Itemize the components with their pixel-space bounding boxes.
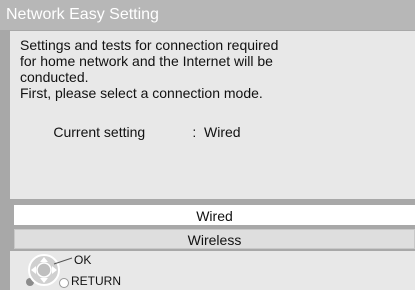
footer-help: OK RETURN xyxy=(10,251,415,290)
dialog-frame: Network Easy Setting Settings and tests … xyxy=(0,0,415,290)
return-hint-label: RETURN xyxy=(71,274,121,288)
options-list: Wired Wireless xyxy=(10,199,415,251)
option-wired[interactable]: Wired xyxy=(14,205,415,225)
message-line: conducted. xyxy=(20,69,89,85)
message-line: for home network and the Internet will b… xyxy=(20,53,273,69)
current-setting-separator: : xyxy=(192,124,197,140)
current-setting-value: Wired xyxy=(204,124,241,140)
return-button-icon xyxy=(59,278,69,288)
current-setting: Current setting: Wired xyxy=(20,108,415,156)
message-line: First, please select a connection mode. xyxy=(20,85,263,101)
message-line: Settings and tests for connection requir… xyxy=(20,37,279,53)
message-panel: Settings and tests for connection requir… xyxy=(10,31,415,199)
option-wireless[interactable]: Wireless xyxy=(14,229,415,249)
ok-hint-label: OK xyxy=(74,253,92,267)
current-setting-label: Current setting xyxy=(53,124,146,140)
dialog-title: Network Easy Setting xyxy=(0,0,415,30)
